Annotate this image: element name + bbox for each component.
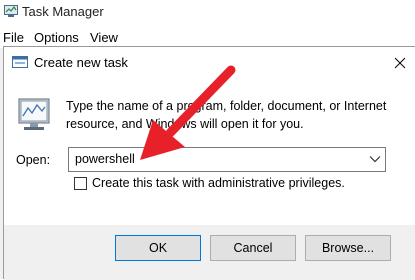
create-new-task-dialog: Create new task Type the name of a progr…: [3, 46, 415, 280]
admin-privileges-label[interactable]: Create this task with administrative pri…: [92, 176, 345, 190]
menu-view[interactable]: View: [90, 30, 118, 45]
open-label: Open:: [16, 153, 51, 167]
task-manager-title: Task Manager: [22, 4, 104, 19]
task-manager-icon: [4, 5, 18, 17]
open-input[interactable]: powershell: [75, 152, 135, 166]
ok-button[interactable]: OK: [115, 235, 201, 261]
program-window-icon: [18, 98, 50, 130]
task-manager-titlebar: Task Manager: [0, 0, 415, 26]
close-icon[interactable]: [390, 53, 410, 73]
run-icon: [12, 56, 28, 68]
dialog-titlebar[interactable]: Create new task: [4, 47, 415, 77]
browse-button[interactable]: Browse...: [305, 235, 391, 261]
task-manager-menubar: File Options View: [0, 28, 415, 48]
cancel-button[interactable]: Cancel: [210, 235, 296, 261]
open-combobox[interactable]: powershell: [68, 147, 386, 172]
chevron-down-icon[interactable]: [369, 155, 381, 163]
dialog-title: Create new task: [34, 55, 128, 70]
menu-options[interactable]: Options: [34, 30, 79, 45]
menu-file[interactable]: File: [3, 30, 24, 45]
admin-privileges-checkbox[interactable]: [74, 177, 87, 190]
dialog-prompt: Type the name of a program, folder, docu…: [66, 99, 387, 131]
